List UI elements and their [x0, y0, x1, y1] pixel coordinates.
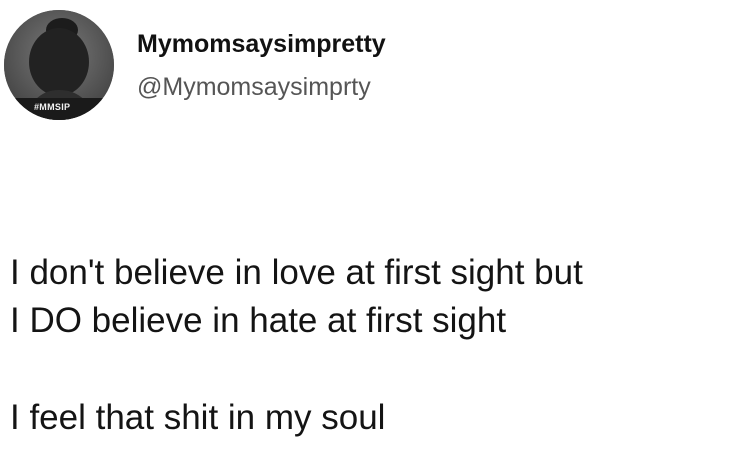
tweet-card: #MMSIP Mymomsaysimpretty @Mymomsaysimprt… [0, 0, 740, 465]
profile-avatar[interactable]: #MMSIP [4, 10, 114, 120]
avatar-tag-label: #MMSIP [34, 102, 71, 112]
tweet-line: I DO believe in hate at first sight [10, 301, 507, 340]
author-display-name[interactable]: Mymomsaysimpretty [137, 30, 386, 59]
tweet-text: I don't believe in love at first sight b… [10, 249, 735, 442]
tweet-line: I feel that shit in my soul [10, 398, 386, 437]
author-handle[interactable]: @Mymomsaysimprty [137, 73, 371, 102]
tweet-line: I don't believe in love at first sight b… [10, 253, 583, 292]
